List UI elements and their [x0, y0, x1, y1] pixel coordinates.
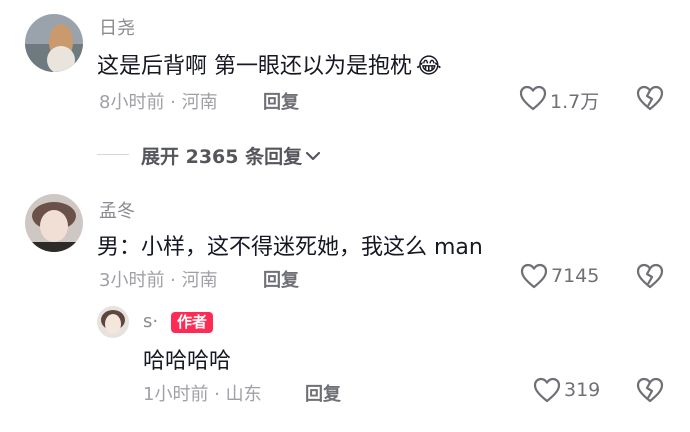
dislike-heart-icon[interactable] [636, 263, 664, 289]
dislike-heart-icon[interactable] [636, 377, 664, 403]
like-count: 1.7万 [550, 91, 600, 113]
reply-text: 哈哈哈哈 [143, 349, 232, 374]
heart-outline-icon[interactable] [533, 377, 561, 403]
comment-text: 男：小样，这不得迷死她，我这么 man [97, 235, 483, 260]
like-count: 7145 [551, 265, 600, 287]
dislike-heart-icon[interactable] [636, 85, 664, 111]
heart-outline-icon[interactable] [519, 85, 547, 111]
reply-meta: 1小时前 · 山东 [143, 384, 262, 405]
heart-outline-icon[interactable] [520, 263, 548, 289]
avatar[interactable] [25, 14, 83, 72]
expand-replies-divider [97, 154, 129, 155]
like-count: 319 [564, 379, 601, 401]
comment-author[interactable]: 孟冬 [99, 197, 135, 223]
expand-replies-button[interactable]: 展开 2365 条回复 [141, 142, 321, 169]
reply-button[interactable]: 回复 [305, 380, 341, 406]
author-badge: 作者 [171, 312, 214, 333]
comment-author[interactable]: 日尧 [99, 14, 135, 40]
comment-text-body: 这是后背啊 第一眼还以为是抱枕 [97, 54, 412, 79]
laughing-emoji-icon: 😂 [416, 54, 442, 79]
comment-text: 这是后背啊 第一眼还以为是抱枕 😂 [97, 48, 442, 80]
comment-meta: 3小时前 · 河南 [99, 270, 218, 291]
avatar[interactable] [97, 306, 129, 338]
chevron-down-icon [305, 150, 321, 162]
comment-meta: 8小时前 · 河南 [99, 92, 218, 113]
reply-button[interactable]: 回复 [263, 88, 299, 114]
reply-author[interactable]: s· [143, 311, 158, 332]
avatar[interactable] [25, 194, 83, 252]
expand-replies-label: 展开 2365 条回复 [141, 146, 303, 168]
reply-button[interactable]: 回复 [263, 266, 299, 292]
